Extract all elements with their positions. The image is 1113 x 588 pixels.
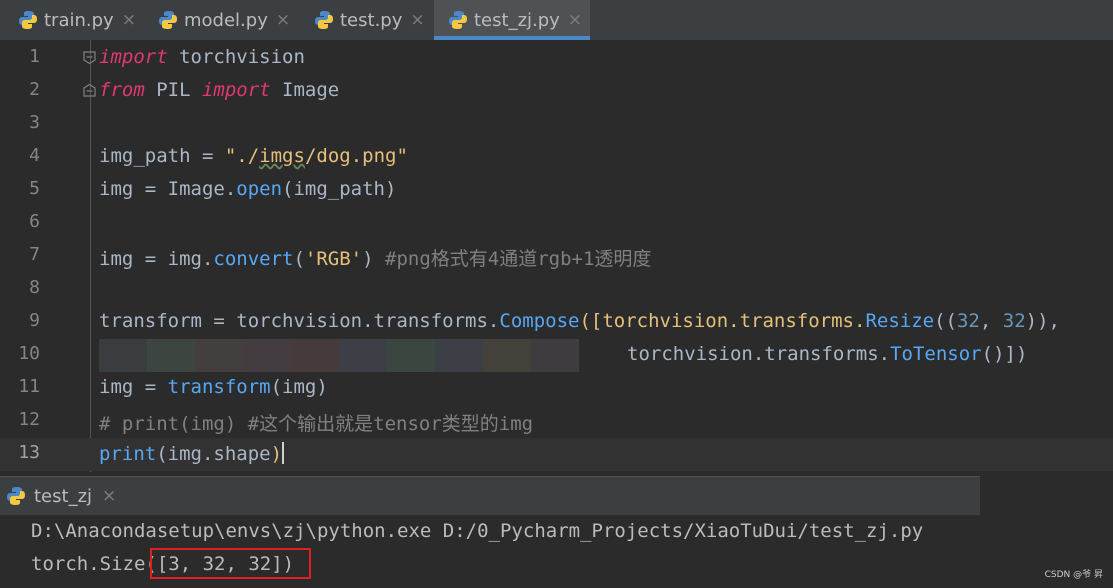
close-icon[interactable]: × (102, 486, 116, 506)
line-number: 12 (18, 409, 40, 430)
close-icon[interactable]: × (410, 10, 424, 30)
code-line[interactable]: 4 img_path = "./imgs/dog.png" (0, 141, 1113, 174)
line-number: 2 (29, 79, 40, 100)
code-editor[interactable]: 1 import torchvision 2 from PIL import I… (0, 40, 1113, 472)
code-text: img = transform(img) (99, 376, 328, 398)
python-file-icon (315, 11, 333, 29)
code-text: img = Image.open(img_path) (99, 178, 397, 200)
python-file-icon (159, 11, 177, 29)
tab-train-py[interactable]: train.py × (18, 0, 136, 40)
line-number: 9 (29, 310, 40, 331)
code-line[interactable]: 12 # print(img) #这个输出就是tensor类型的img (0, 405, 1113, 438)
tab-model-py[interactable]: model.py × (158, 0, 290, 40)
code-text: print(img.shape) (99, 442, 285, 465)
code-line[interactable]: 2 from PIL import Image (0, 75, 1113, 108)
line-number: 6 (29, 211, 40, 232)
editor-tab-bar: train.py × model.py × test.py × test_zj.… (0, 0, 1113, 40)
code-line[interactable]: 9 transform = torchvision.transforms.Com… (0, 306, 1113, 339)
code-line[interactable]: 7 img = img.convert('RGB') #png格式有4通道rgb… (0, 240, 1113, 273)
run-tab-label: test_zj (34, 485, 93, 507)
run-tool-window-header: test_zj × (0, 476, 980, 515)
run-tab-test-zj[interactable]: test_zj × (0, 477, 116, 515)
fold-icon[interactable] (83, 84, 96, 97)
red-highlight-box (150, 548, 311, 579)
line-number: 4 (29, 145, 40, 166)
code-text: torchvision.transforms.ToTensor()]) (627, 343, 1028, 365)
code-text: from PIL import Image (99, 79, 340, 101)
code-line[interactable]: 3 (0, 108, 1113, 141)
tab-label: test.py (340, 9, 403, 31)
tab-label: train.py (44, 9, 114, 31)
watermark: CSDN @爷 昇 (1044, 570, 1103, 580)
text-cursor (282, 442, 285, 464)
tab-test-py[interactable]: test.py × (314, 0, 425, 40)
close-icon[interactable]: × (122, 10, 136, 30)
fold-icon[interactable] (83, 51, 96, 64)
python-file-icon (449, 11, 467, 29)
code-line[interactable]: 1 import torchvision (0, 42, 1113, 75)
tab-label: model.py (184, 9, 268, 31)
line-number: 1 (29, 46, 40, 67)
line-number: 10 (18, 343, 40, 364)
line-number: 8 (29, 277, 40, 298)
code-text: import torchvision (99, 46, 305, 68)
code-line[interactable]: 11 img = transform(img) (0, 372, 1113, 405)
tab-label: test_zj.py (474, 9, 560, 31)
rainbow-indent-guides (99, 339, 627, 372)
code-text: transform = torchvision.transforms.Compo… (99, 310, 1060, 332)
code-text: img = img.convert('RGB') #png格式有4通道rgb+1… (99, 248, 652, 270)
code-line[interactable]: 6 (0, 207, 1113, 240)
code-line-current[interactable]: 13 print(img.shape) (0, 438, 1113, 471)
line-number: 13 (18, 442, 40, 463)
line-number: 5 (29, 178, 40, 199)
console-command-line: D:\Anacondasetup\envs\zj\python.exe D:/0… (31, 520, 924, 542)
code-line[interactable]: 8 (0, 273, 1113, 306)
code-line[interactable]: 10 torchvision.transforms.ToTensor()]) (0, 339, 1113, 372)
code-line[interactable]: 5 img = Image.open(img_path) (0, 174, 1113, 207)
python-run-icon (7, 487, 25, 505)
line-number: 11 (18, 376, 40, 397)
line-number: 3 (29, 112, 40, 133)
close-icon[interactable]: × (276, 10, 290, 30)
tab-test-zj-py[interactable]: test_zj.py × (434, 0, 590, 40)
code-text: img_path = "./imgs/dog.png" (99, 145, 408, 167)
code-text: # print(img) #这个输出就是tensor类型的img (99, 413, 534, 435)
python-file-icon (19, 11, 37, 29)
close-icon[interactable]: × (568, 10, 582, 30)
empty-area: CSDN @爷 昇 (980, 472, 1113, 588)
line-number: 7 (29, 244, 40, 265)
